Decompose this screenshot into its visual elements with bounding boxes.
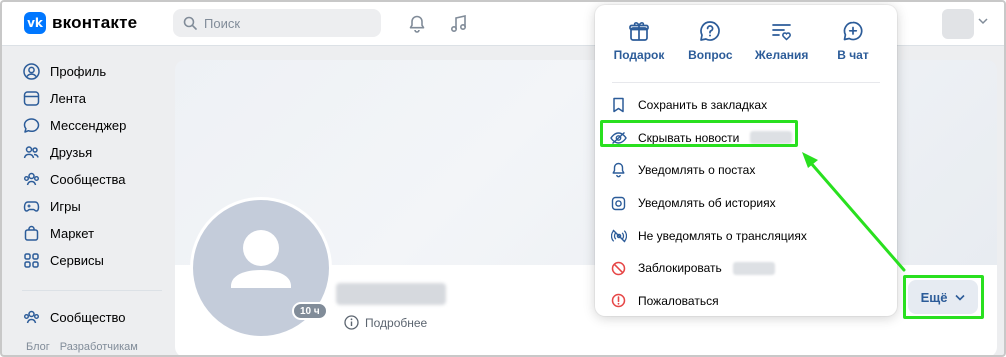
logo-text: вконтакте xyxy=(52,13,138,32)
sidebar-item-label: Маркет xyxy=(50,226,95,241)
quick-action-gift[interactable]: Подарок xyxy=(605,19,673,69)
bell-icon xyxy=(610,162,627,179)
menu-item-label: Пожаловаться xyxy=(638,293,719,308)
broadcast-off-icon xyxy=(610,227,627,244)
sidebar-item-friends[interactable]: Друзья xyxy=(22,139,162,166)
footer-link-developers[interactable]: Разработчикам xyxy=(60,341,138,353)
gift-icon xyxy=(629,22,649,41)
sidebar-item-label: Игры xyxy=(50,199,81,214)
block-icon xyxy=(610,260,627,277)
footer-link-blog[interactable]: Блог xyxy=(26,341,50,353)
community-icon xyxy=(22,309,40,327)
menu-item-notify-stories[interactable]: Уведомлять об историях xyxy=(610,187,885,220)
sidebar-footer: Блог Разработчикам xyxy=(26,341,138,353)
chat-icon xyxy=(22,117,40,135)
menu-item-report[interactable]: Пожаловаться xyxy=(610,285,885,318)
dropdown-menu: Сохранить в закладках Скрывать новости У… xyxy=(610,89,885,317)
eye-slash-icon xyxy=(610,129,627,146)
feed-icon xyxy=(22,90,40,108)
sidebar-item-services[interactable]: Сервисы xyxy=(22,247,162,274)
menu-item-mute-broadcasts[interactable]: Не уведомлять о трансляциях xyxy=(610,219,885,252)
online-time-badge: 10 ч xyxy=(292,302,328,320)
redacted-name xyxy=(750,131,793,145)
user-avatar[interactable] xyxy=(942,9,974,39)
grid-icon xyxy=(22,252,40,270)
menu-item-label: Уведомлять о постах xyxy=(638,163,756,178)
menu-item-label: Заблокировать xyxy=(638,261,722,276)
sidebar-item-community[interactable]: Сообщество xyxy=(22,304,162,331)
gamepad-icon xyxy=(22,198,40,216)
sidebar-item-market[interactable]: Маркет xyxy=(22,220,162,247)
question-icon xyxy=(700,21,721,41)
quick-actions: Подарок Вопрос Желания В чат xyxy=(605,19,887,69)
search-icon xyxy=(183,16,197,30)
menu-item-block[interactable]: Заблокировать xyxy=(610,252,885,285)
quick-action-to-chat[interactable]: В чат xyxy=(819,19,887,69)
search-box[interactable] xyxy=(173,9,381,37)
left-sidebar: Профиль Лента Мессенджер Друзья Сообщест… xyxy=(22,58,162,331)
menu-item-label: Уведомлять об историях xyxy=(638,196,776,211)
menu-item-hide-news[interactable]: Скрывать новости xyxy=(610,122,885,155)
profile-name-redacted xyxy=(336,283,446,305)
sidebar-item-label: Сервисы xyxy=(50,253,104,268)
more-button-label: Ещё xyxy=(920,289,948,305)
sidebar-item-label: Друзья xyxy=(50,145,93,160)
sidebar-item-messenger[interactable]: Мессенджер xyxy=(22,112,162,139)
friends-icon xyxy=(22,144,40,162)
menu-item-label: Не уведомлять о трансляциях xyxy=(638,228,807,243)
more-button[interactable]: Ещё xyxy=(908,280,978,314)
dropdown-divider xyxy=(612,82,880,83)
communities-icon xyxy=(22,171,40,189)
chevron-down-icon xyxy=(955,294,966,301)
chat-plus-icon xyxy=(843,21,863,41)
redacted-name xyxy=(732,261,775,275)
sidebar-item-label: Лента xyxy=(50,91,86,106)
sidebar-item-feed[interactable]: Лента xyxy=(22,85,162,112)
menu-item-label: Скрывать новости xyxy=(638,130,740,145)
user-circle-icon xyxy=(22,63,40,81)
vk-logo-icon: vk xyxy=(24,12,46,34)
quick-action-label: Желания xyxy=(754,48,809,62)
search-input[interactable] xyxy=(204,15,364,31)
sidebar-item-games[interactable]: Игры xyxy=(22,193,162,220)
quick-action-wishes[interactable]: Желания xyxy=(748,19,816,69)
menu-item-label: Сохранить в закладках xyxy=(638,98,768,113)
sidebar-item-label: Мессенджер xyxy=(50,118,127,133)
report-icon xyxy=(610,292,627,309)
more-info-label: Подробнее xyxy=(365,315,428,330)
sidebar-item-profile[interactable]: Профиль xyxy=(22,58,162,85)
sidebar-item-label: Сообщество xyxy=(50,310,126,325)
quick-action-label: Подарок xyxy=(613,48,665,62)
bell-icon[interactable] xyxy=(406,13,428,35)
bag-icon xyxy=(22,225,40,243)
wishlist-icon xyxy=(771,24,791,41)
sidebar-divider xyxy=(22,274,162,291)
actions-dropdown: Подарок Вопрос Желания В чат Сохранить в… xyxy=(595,5,897,316)
app-window: vk вконтакте Поиск Профиль Лента Мессенд… xyxy=(0,0,1006,357)
story-icon xyxy=(610,195,627,212)
sidebar-item-label: Профиль xyxy=(50,64,107,79)
quick-action-question[interactable]: Вопрос xyxy=(676,19,744,69)
menu-item-notify-posts[interactable]: Уведомлять о постах xyxy=(610,154,885,187)
quick-action-label: Вопрос xyxy=(688,48,733,62)
chevron-down-icon[interactable] xyxy=(978,17,988,25)
bookmark-icon xyxy=(610,97,627,114)
quick-action-label: В чат xyxy=(837,48,869,62)
vk-logo[interactable]: vk вконтакте xyxy=(24,12,137,34)
sidebar-item-label: Сообщества xyxy=(50,172,126,187)
info-icon xyxy=(344,315,359,330)
music-icon[interactable] xyxy=(448,13,470,35)
sidebar-item-communities[interactable]: Сообщества xyxy=(22,166,162,193)
more-info-link[interactable]: Подробнее xyxy=(344,315,427,330)
menu-item-save-bookmark[interactable]: Сохранить в закладках xyxy=(610,89,885,122)
